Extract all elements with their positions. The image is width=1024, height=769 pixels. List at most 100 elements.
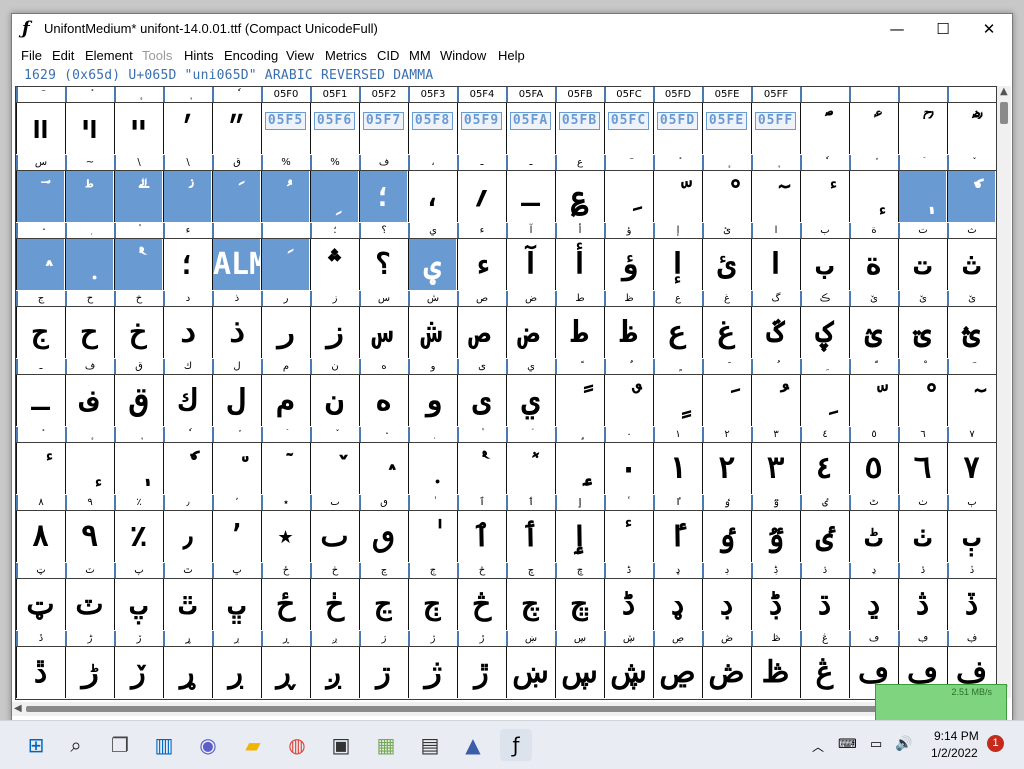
glyph-cell[interactable]: ٟٟ: [555, 427, 603, 495]
show-hidden-icons-icon[interactable]: ︿: [812, 738, 824, 755]
glyph-cell[interactable]: ٞٞ: [506, 427, 554, 495]
glyph-cell[interactable]: ٛٛ: [359, 427, 407, 495]
glyph-cell[interactable]: ٨٨: [16, 495, 64, 563]
glyph-cell[interactable]: ء ؛: [163, 223, 211, 291]
glyph-cell[interactable]: صص: [457, 291, 505, 359]
menu-help[interactable]: Help: [498, 48, 525, 63]
glyph-cell[interactable]: أأ: [555, 223, 603, 291]
glyph-cell[interactable]: ٛٛ: [16, 223, 64, 291]
windows-start-icon[interactable]: ⊞: [20, 729, 52, 761]
glyph-cell[interactable]: ~ؕ: [65, 155, 113, 223]
glyph-cell[interactable]: ڑڑ: [65, 631, 113, 699]
glyph-cell[interactable]: ٠٠: [604, 427, 652, 495]
task-view-icon[interactable]: ❐: [104, 729, 136, 761]
network-monitor-widget[interactable]: 2.51 MB/s: [875, 684, 1007, 721]
glyph-cell[interactable]: ڃڃ: [359, 563, 407, 631]
glyph-cell[interactable]: ُُ: [751, 359, 799, 427]
glyph-cell[interactable]: ٧٧: [947, 427, 995, 495]
glyph-cell[interactable]: ٰٰ: [408, 495, 456, 563]
7zip-icon[interactable]: ▤: [414, 729, 446, 761]
glyph-cell[interactable]: لل: [212, 359, 260, 427]
glyph-cell[interactable]: 05FE 05FE: [702, 87, 750, 155]
glyph-cell[interactable]: ڔڔ: [212, 631, 260, 699]
menu-cid[interactable]: CID: [377, 48, 399, 63]
glyph-cell[interactable]: ڟڟ: [751, 631, 799, 699]
glyph-cell[interactable]: طط: [555, 291, 603, 359]
minimize-button[interactable]: —: [874, 14, 920, 44]
glyph-cell[interactable]: ؑ: [849, 87, 897, 155]
glyph-cell[interactable]: څڅ: [457, 563, 505, 631]
glyph-cell[interactable]: ؘ: [261, 223, 309, 291]
glyph-cell[interactable]: ََ: [702, 359, 750, 427]
horizontal-scroll-thumb[interactable]: [26, 706, 896, 712]
glyph-cell[interactable]: 05F2 05F7: [359, 87, 407, 155]
glyph-cell[interactable]: 05FD 05FD: [653, 87, 701, 155]
glyph-cell[interactable]: %ؙ: [261, 155, 309, 223]
glyph-cell[interactable]: ٝٝ: [457, 427, 505, 495]
menu-edit[interactable]: Edit: [52, 48, 74, 63]
glyph-cell[interactable]: سؔ: [16, 155, 64, 223]
glyph-cell[interactable]: ٍٍ: [653, 359, 701, 427]
glyph-cell[interactable]: ځځ: [261, 563, 309, 631]
glyph-cell[interactable]: حح: [65, 291, 113, 359]
glyph-cell[interactable]: بب: [800, 223, 848, 291]
glyph-cell[interactable]: ّّ: [849, 359, 897, 427]
glyph-cell[interactable]: ئئ: [702, 223, 750, 291]
menu-metrics[interactable]: Metrics: [325, 48, 367, 63]
glyph-cell[interactable]: كك: [163, 359, 211, 427]
glyph-cell[interactable]: ٴٴ: [604, 495, 652, 563]
search-icon[interactable]: ⌕: [60, 729, 92, 761]
fontforge-icon[interactable]: ƒ: [500, 729, 532, 761]
glyph-cell[interactable]: خخ: [114, 291, 162, 359]
glyph-cell[interactable]: ف ؛: [359, 155, 407, 223]
glyph-cell[interactable]: ڈڈ: [604, 563, 652, 631]
glyph-cell[interactable]: ٤٤: [800, 427, 848, 495]
glyph-cell[interactable]: ڄڄ: [408, 563, 456, 631]
glyph-cell[interactable]: ثث: [947, 223, 995, 291]
widgets-icon[interactable]: ▥: [148, 729, 180, 761]
maximize-button[interactable]: ☐: [920, 14, 966, 44]
glyph-cell[interactable]: ڒڒ: [114, 631, 162, 699]
glyph-cell[interactable]: پپ: [114, 563, 162, 631]
glyph-cell[interactable]: ڋڋ: [751, 563, 799, 631]
glyph-cell[interactable]: مم: [261, 359, 309, 427]
glyph-cell[interactable]: ڀڀ: [212, 563, 260, 631]
glyph-cell[interactable]: 05F4 05F9: [457, 87, 505, 155]
volume-icon[interactable]: 🔊: [895, 735, 912, 752]
glyph-cell[interactable]: ٔױ: [65, 87, 113, 155]
glyph-cell[interactable]: ڐڐ: [16, 631, 64, 699]
glyph-cell[interactable]: 05F0 05F5: [261, 87, 309, 155]
glyph-cell[interactable]: تت: [898, 223, 946, 291]
glyph-cell[interactable]: ٶٶ: [702, 495, 750, 563]
notification-badge[interactable]: 1: [987, 735, 1004, 752]
glyph-cell[interactable]: ٖٖ: [114, 427, 162, 495]
glyph-cell[interactable]: ٓװ: [16, 87, 64, 155]
glyph-cell[interactable]: ــ: [16, 359, 64, 427]
glyph-cell[interactable]: ډډ: [653, 563, 701, 631]
glyph-cell[interactable]: فف: [65, 359, 113, 427]
glyph-cell[interactable]: ٱٱ: [457, 495, 505, 563]
menu-window[interactable]: Window: [440, 48, 486, 63]
glyph-cell[interactable]: ْْ: [898, 359, 946, 427]
glyph-cell[interactable]: ظظ: [604, 291, 652, 359]
glyph-cell[interactable]: ڌڌ: [800, 563, 848, 631]
glyph-cell[interactable]: ښښ: [506, 631, 554, 699]
glyph-cell[interactable]: ءء: [457, 223, 505, 291]
glyph-cell[interactable]: ٿٿ: [163, 563, 211, 631]
scroll-up-arrow-icon[interactable]: ▲: [1000, 86, 1008, 97]
glyph-cell[interactable]: ږږ: [310, 631, 358, 699]
glyph-cell[interactable]: ٖٙ: [898, 155, 946, 223]
glyph-cell[interactable]: قق: [114, 359, 162, 427]
glyph-cell[interactable]: ْٕ: [702, 155, 750, 223]
glyph-cell[interactable]: ًً: [555, 359, 603, 427]
glyph-cell[interactable]: ٳٳ: [555, 495, 603, 563]
glyph-cell[interactable]: يي: [506, 359, 554, 427]
title-bar[interactable]: ƒ UnifontMedium* unifont-14.0.01.ttf (Co…: [12, 14, 1012, 44]
glyph-cell[interactable]: گػ: [751, 291, 799, 359]
glyph-cell[interactable]: ڠڠ: [800, 631, 848, 699]
glyph-cell[interactable]: ALM: [212, 223, 260, 291]
menu-mm[interactable]: MM: [409, 48, 431, 63]
glyph-cell[interactable]: ٙٙ: [261, 427, 309, 495]
glyph-cell[interactable]: ڕڕ: [261, 631, 309, 699]
glyph-cell[interactable]: 05FC 05FC: [604, 87, 652, 155]
